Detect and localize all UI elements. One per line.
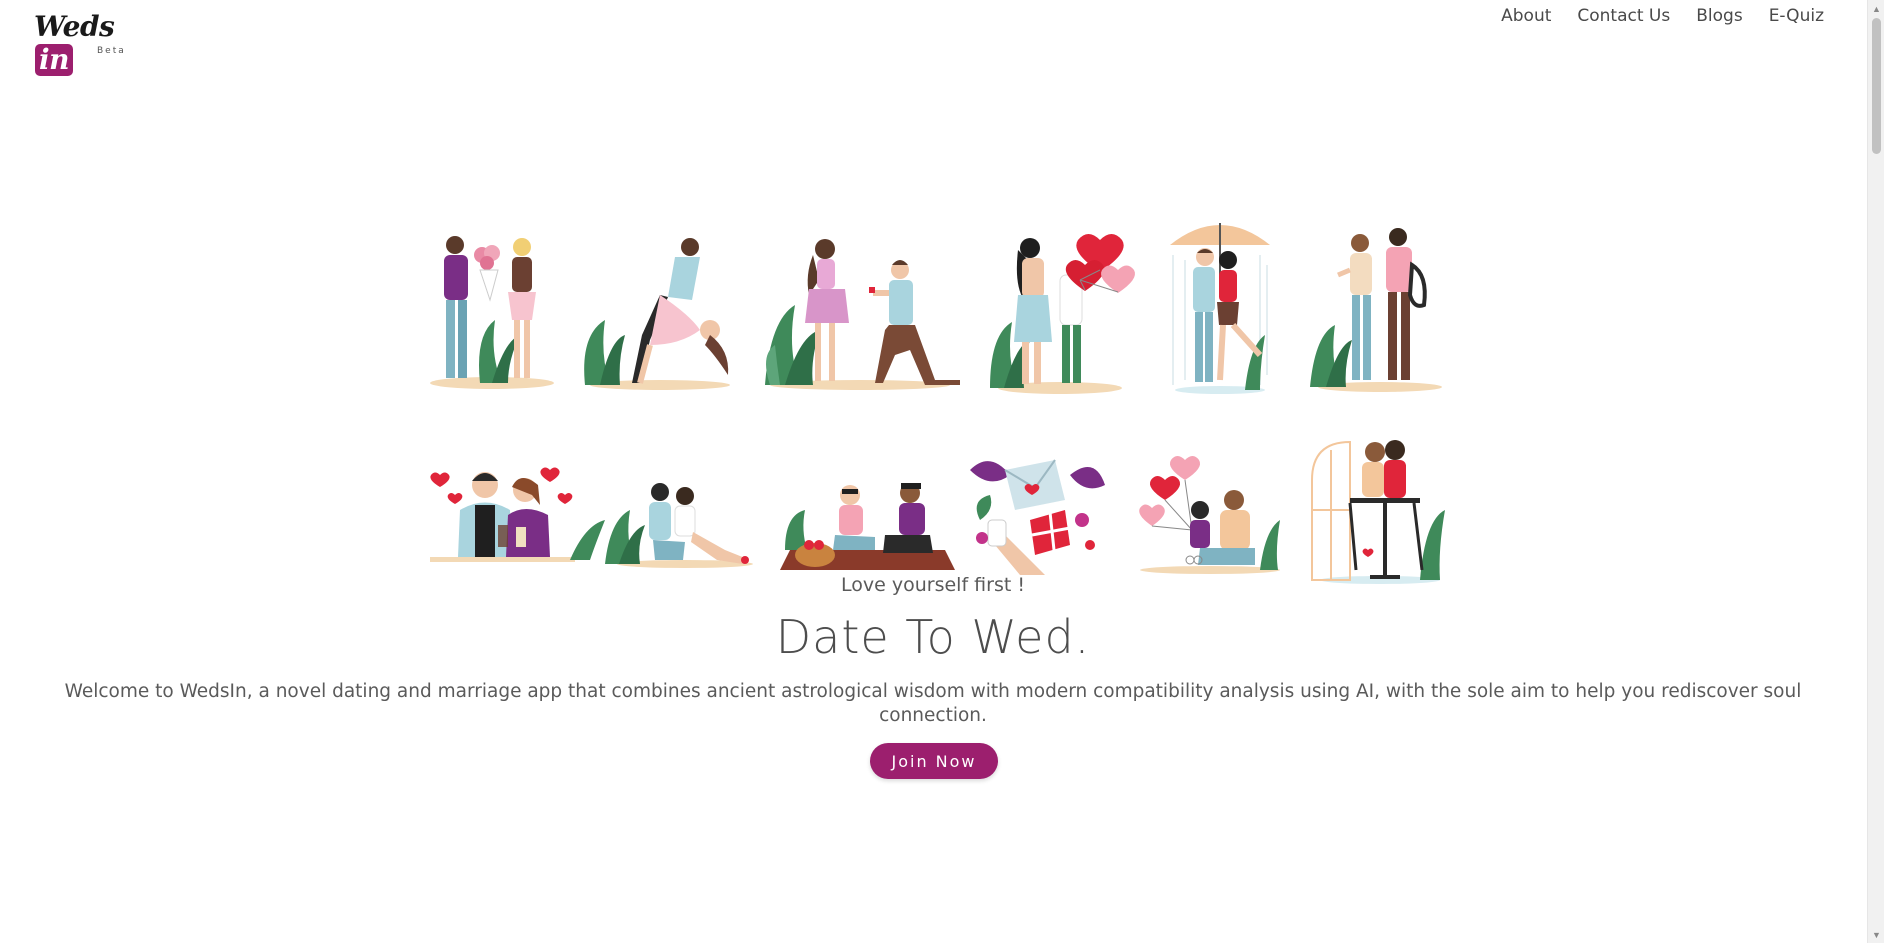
logo-wordmark: Wedsin — [34, 10, 115, 76]
couple-sitting-embrace-illustration — [605, 480, 755, 570]
couple-picnic-illustration — [775, 475, 960, 575]
join-now-button[interactable]: Join Now — [870, 743, 998, 779]
vertical-scrollbar[interactable]: ▲ ▼ — [1867, 0, 1884, 943]
hero-tagline: Love yourself first ! — [841, 574, 1025, 596]
nav-link-contact-us[interactable]: Contact Us — [1577, 6, 1670, 26]
couple-with-balloons-sitting-illustration — [1130, 450, 1280, 575]
scroll-down-arrow-icon[interactable]: ▼ — [1868, 926, 1884, 943]
couples-illustration-gallery — [410, 210, 1460, 584]
love-letter-gift-illustration — [970, 450, 1105, 575]
couple-dancing-illustration — [580, 235, 740, 390]
hero-intro-paragraph: Welcome to WedsIn, a novel dating and ma… — [64, 681, 1802, 726]
top-nav: About Contact Us Blogs E-Quiz — [1501, 6, 1824, 26]
couple-with-drinks-hearts-illustration — [420, 455, 605, 565]
scrollbar-thumb[interactable] — [1872, 18, 1881, 154]
proposal-kneeling-illustration — [765, 235, 965, 390]
couple-with-bouquet-illustration — [420, 225, 560, 390]
couple-with-backpack-illustration — [1310, 225, 1450, 395]
scroll-up-arrow-icon[interactable]: ▲ — [1868, 0, 1884, 17]
nav-link-about[interactable]: About — [1501, 6, 1551, 26]
beta-label: Beta — [97, 46, 126, 56]
couple-kissing-under-umbrella-illustration — [1165, 215, 1275, 395]
wedsin-logo[interactable]: Wedsin Beta — [30, 8, 140, 76]
nav-link-blogs[interactable]: Blogs — [1696, 6, 1742, 26]
hero-headline: Date To Wed. — [775, 610, 1091, 664]
couple-with-heart-balloons-illustration — [990, 230, 1140, 395]
logo-in-badge: in — [35, 44, 73, 76]
couple-at-cafe-table-illustration — [1310, 440, 1450, 585]
nav-link-e-quiz[interactable]: E-Quiz — [1769, 6, 1824, 26]
